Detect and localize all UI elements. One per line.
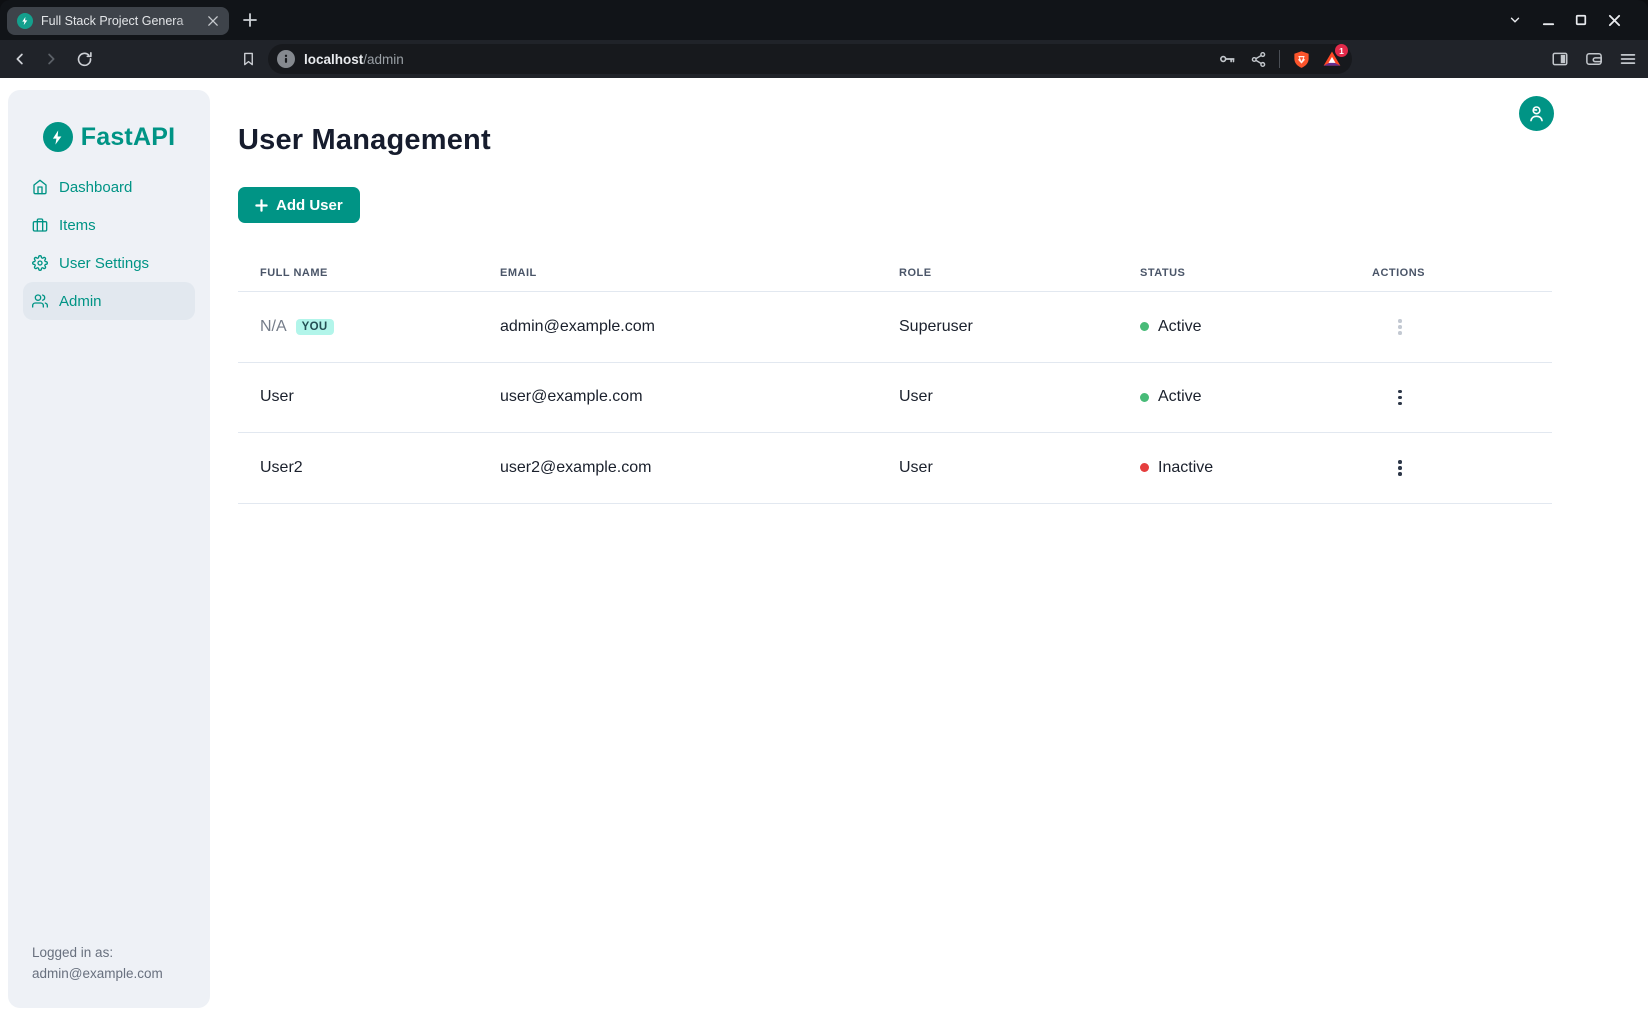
status-text: Inactive <box>1158 459 1213 477</box>
sidebar-item-admin[interactable]: Admin <box>23 282 195 320</box>
you-badge: YOU <box>296 319 334 335</box>
table-row: User2 user2@example.com User Inactive <box>238 433 1552 504</box>
status-text: Active <box>1158 388 1202 406</box>
logged-in-email: admin@example.com <box>32 963 163 984</box>
cell-email: user@example.com <box>478 362 877 433</box>
add-user-button[interactable]: Add User <box>238 187 360 223</box>
tab-strip: Full Stack Project Genera <box>0 0 1648 40</box>
page-title: User Management <box>238 124 1552 157</box>
fastapi-logo-icon <box>43 122 73 152</box>
sidebar: FastAPI Dashboard Items User Settings <box>8 90 210 1008</box>
browser-toolbar: localhost/admin 1 <box>0 40 1648 78</box>
table-header-row: FULL NAME EMAIL ROLE STATUS ACTIONS <box>238 243 1552 292</box>
browser-tab[interactable]: Full Stack Project Genera <box>7 7 229 35</box>
header-email: EMAIL <box>478 243 877 292</box>
share-icon[interactable] <box>1248 49 1268 69</box>
toolbar-divider <box>1279 50 1280 68</box>
header-status: STATUS <box>1118 243 1350 292</box>
site-info-icon[interactable] <box>277 50 295 68</box>
logged-in-info: Logged in as: admin@example.com <box>32 942 163 984</box>
sidebar-item-label: User Settings <box>59 255 149 272</box>
brand-name: FastAPI <box>81 123 175 152</box>
brave-shield-icon[interactable] <box>1291 49 1311 69</box>
home-icon <box>32 179 48 195</box>
window-minimize-icon[interactable] <box>1540 12 1556 28</box>
new-tab-button[interactable] <box>241 11 259 29</box>
add-user-label: Add User <box>276 197 343 214</box>
status-cell: Active <box>1140 318 1202 336</box>
cell-full-name: User2 <box>260 459 303 476</box>
menu-hamburger-icon[interactable] <box>1618 49 1638 69</box>
bookmark-icon[interactable] <box>238 49 258 69</box>
sidebar-item-label: Items <box>59 217 96 234</box>
cell-email: user2@example.com <box>478 433 877 504</box>
table-row: N/A YOU admin@example.com Superuser Activ… <box>238 292 1552 363</box>
sidebar-item-items[interactable]: Items <box>23 206 195 244</box>
cell-full-name: User <box>260 388 294 405</box>
window-controls <box>1507 0 1622 40</box>
table-row: User user@example.com User Active <box>238 362 1552 433</box>
main-content: User Management Add User FULL NAME EMAIL… <box>238 78 1552 504</box>
status-dot <box>1140 393 1149 402</box>
reload-icon[interactable] <box>74 49 94 69</box>
app-page: FastAPI Dashboard Items User Settings <box>0 78 1648 1025</box>
brave-rewards-icon[interactable]: 1 <box>1322 49 1342 69</box>
cell-role: Superuser <box>877 292 1118 363</box>
toolbar-right <box>1550 40 1638 78</box>
gear-icon <box>32 255 48 271</box>
row-actions-button[interactable] <box>1392 457 1408 479</box>
window-close-icon[interactable] <box>1606 12 1622 28</box>
cell-full-name: N/A <box>260 318 287 335</box>
sidebar-item-label: Dashboard <box>59 179 132 196</box>
header-full-name: FULL NAME <box>238 243 478 292</box>
tab-title: Full Stack Project Genera <box>41 14 205 28</box>
users-icon <box>32 293 48 309</box>
tab-close-icon[interactable] <box>205 13 221 29</box>
rewards-badge: 1 <box>1335 44 1348 57</box>
header-actions: ACTIONS <box>1350 243 1552 292</box>
status-cell: Active <box>1140 388 1202 406</box>
header-role: ROLE <box>877 243 1118 292</box>
url-bar[interactable]: localhost/admin 1 <box>268 44 1352 74</box>
status-dot <box>1140 463 1149 472</box>
browser-window: Full Stack Project Genera <box>0 0 1648 1025</box>
wallet-icon[interactable] <box>1584 49 1604 69</box>
tab-search-chevron-icon[interactable] <box>1507 12 1523 28</box>
password-key-icon[interactable] <box>1217 49 1237 69</box>
url-host: localhost <box>304 52 363 67</box>
brand: FastAPI <box>8 122 210 152</box>
back-icon[interactable] <box>10 49 30 69</box>
sidebar-item-label: Admin <box>59 293 102 310</box>
logged-in-label: Logged in as: <box>32 942 163 963</box>
cell-email: admin@example.com <box>478 292 877 363</box>
users-table: FULL NAME EMAIL ROLE STATUS ACTIONS N/A Y… <box>238 243 1552 504</box>
window-maximize-icon[interactable] <box>1573 12 1589 28</box>
row-actions-button[interactable] <box>1392 316 1408 338</box>
sidebar-item-user-settings[interactable]: User Settings <box>23 244 195 282</box>
sidebar-item-dashboard[interactable]: Dashboard <box>23 168 195 206</box>
url-path: /admin <box>363 52 404 67</box>
cell-role: User <box>877 433 1118 504</box>
forward-icon[interactable] <box>41 49 61 69</box>
status-text: Active <box>1158 318 1202 336</box>
cell-role: User <box>877 362 1118 433</box>
table-body: N/A YOU admin@example.com Superuser Activ… <box>238 292 1552 504</box>
status-dot <box>1140 322 1149 331</box>
plus-icon <box>255 199 268 212</box>
row-actions-button[interactable] <box>1392 387 1408 409</box>
briefcase-icon <box>32 217 48 233</box>
status-cell: Inactive <box>1140 459 1213 477</box>
url-text: localhost/admin <box>304 52 1206 67</box>
sidebar-nav: Dashboard Items User Settings Admin <box>8 168 210 320</box>
fastapi-favicon-icon <box>17 13 33 29</box>
sidebar-toggle-icon[interactable] <box>1550 49 1570 69</box>
